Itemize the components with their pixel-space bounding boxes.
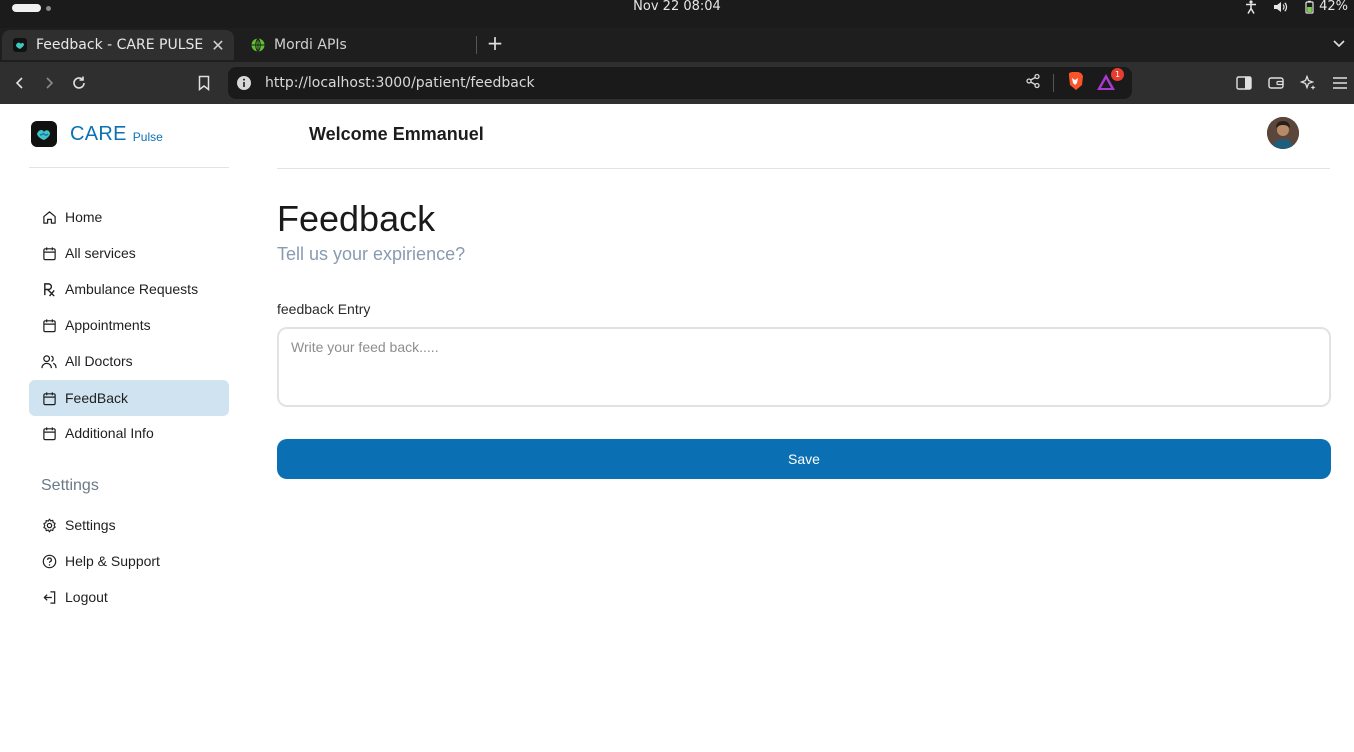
app-page: CARE Pulse Home All services Ambulance R…: [0, 104, 1354, 752]
feedback-textarea[interactable]: [277, 327, 1331, 407]
sidebar-item-feedback[interactable]: FeedBack: [29, 380, 229, 416]
tab-separator: [476, 36, 477, 54]
address-bar-actions: 1: [1025, 68, 1124, 95]
sidebar-item-logout[interactable]: Logout: [29, 579, 229, 615]
back-button[interactable]: [8, 71, 32, 95]
brave-shields-icon[interactable]: [1066, 71, 1084, 95]
users-icon: [41, 353, 57, 369]
logout-icon: [41, 589, 57, 605]
sidebar-item-ambulance-requests[interactable]: Ambulance Requests: [29, 271, 229, 307]
feedback-field-label: feedback Entry: [277, 301, 371, 317]
care-pulse-favicon-icon: [12, 37, 28, 53]
tab-list-chevron-icon[interactable]: [1330, 34, 1348, 52]
calendar-icon: [41, 425, 57, 441]
sidebar-toggle-icon[interactable]: [1234, 71, 1254, 95]
header-divider: [277, 168, 1330, 169]
os-top-bar: Nov 22 08:04 42%: [0, 0, 1354, 28]
sidebar-item-help-support[interactable]: Help & Support: [29, 543, 229, 579]
sidebar-item-label: All services: [65, 245, 136, 261]
tab-mordi-apis[interactable]: Mordi APIs: [240, 30, 476, 60]
welcome-heading: Welcome Emmanuel: [309, 124, 484, 144]
calendar-icon: [41, 245, 57, 261]
bookmark-button[interactable]: [192, 71, 216, 95]
sidebar-item-label: Settings: [65, 517, 116, 533]
reload-icon: [73, 76, 85, 89]
sidebar-item-label: Additional Info: [65, 425, 154, 441]
share-icon[interactable]: [1025, 73, 1041, 93]
rx-icon: [41, 281, 57, 297]
site-info-icon[interactable]: [236, 75, 252, 91]
arrow-right-icon: [46, 77, 54, 89]
os-status-area[interactable]: 42%: [1244, 0, 1348, 14]
sidebar-item-label: All Doctors: [65, 353, 133, 369]
arrow-left-icon: [15, 77, 23, 89]
address-bar[interactable]: http://localhost:3000/patient/feedback 1: [228, 67, 1132, 99]
wallet-icon[interactable]: [1266, 71, 1286, 95]
calendar-icon: [41, 317, 57, 333]
sidebar-item-label: Appointments: [65, 317, 151, 333]
sidebar-divider: [29, 167, 229, 168]
sidebar-item-label: Help & Support: [65, 553, 160, 569]
settings-section-heading: Settings: [41, 477, 99, 494]
logo-care-text: CARE: [70, 122, 127, 145]
sidebar-item-additional-info[interactable]: Additional Info: [29, 415, 229, 451]
sidebar-item-appointments[interactable]: Appointments: [29, 307, 229, 343]
notification-badge: 1: [1111, 68, 1124, 81]
battery-icon: [1305, 0, 1314, 14]
gear-icon: [41, 517, 57, 533]
tab-title: Mordi APIs: [274, 37, 347, 53]
battery-percent: 42%: [1319, 0, 1348, 14]
tab-title: Feedback - CARE PULSE: [36, 37, 204, 53]
accessibility-icon[interactable]: [1244, 0, 1258, 14]
reload-button[interactable]: [67, 71, 91, 95]
sidebar-item-settings[interactable]: Settings: [29, 507, 229, 543]
toolbar-right-actions: [1234, 71, 1350, 95]
sidebar-item-label: Ambulance Requests: [65, 281, 199, 297]
avatar[interactable]: [1267, 117, 1299, 149]
browser-tab-strip: Feedback - CARE PULSE ✕ Mordi APIs: [0, 28, 1354, 62]
leo-ai-icon[interactable]: [1298, 71, 1318, 95]
sidebar-item-label: Logout: [65, 589, 108, 605]
calendar-icon: [41, 390, 57, 406]
volume-icon[interactable]: [1272, 0, 1288, 14]
logo-pulse-text: Pulse: [132, 130, 163, 144]
page-title: Feedback: [277, 198, 436, 239]
tab-feedback[interactable]: Feedback - CARE PULSE ✕: [2, 30, 234, 60]
sidebar-item-all-doctors[interactable]: All Doctors: [29, 343, 229, 379]
sidebar-item-label: FeedBack: [65, 390, 129, 406]
save-button[interactable]: Save: [277, 439, 1331, 479]
battery-status[interactable]: 42%: [1302, 0, 1348, 14]
globe-favicon-icon: [250, 37, 266, 53]
sidebar-item-all-services[interactable]: All services: [29, 235, 229, 271]
care-pulse-logo-icon: [31, 121, 57, 147]
page-subtitle: Tell us your expirience?: [277, 244, 466, 264]
forward-button[interactable]: [37, 71, 61, 95]
bookmark-icon: [198, 75, 210, 91]
care-pulse-logo[interactable]: CARE Pulse: [31, 121, 163, 147]
url-text[interactable]: http://localhost:3000/patient/feedback: [265, 67, 535, 99]
os-clock[interactable]: Nov 22 08:04: [0, 0, 1354, 14]
menu-icon[interactable]: [1330, 71, 1350, 95]
brave-rewards-button[interactable]: 1: [1096, 68, 1124, 93]
url-divider: [1053, 74, 1054, 92]
browser-toolbar: http://localhost:3000/patient/feedback 1: [0, 62, 1354, 104]
help-icon: [41, 553, 57, 569]
sidebar-item-home[interactable]: Home: [29, 199, 229, 235]
new-tab-button[interactable]: +: [484, 32, 506, 54]
home-icon: [41, 209, 57, 225]
tab-close-icon[interactable]: ✕: [208, 36, 228, 55]
sidebar-item-label: Home: [65, 209, 103, 225]
